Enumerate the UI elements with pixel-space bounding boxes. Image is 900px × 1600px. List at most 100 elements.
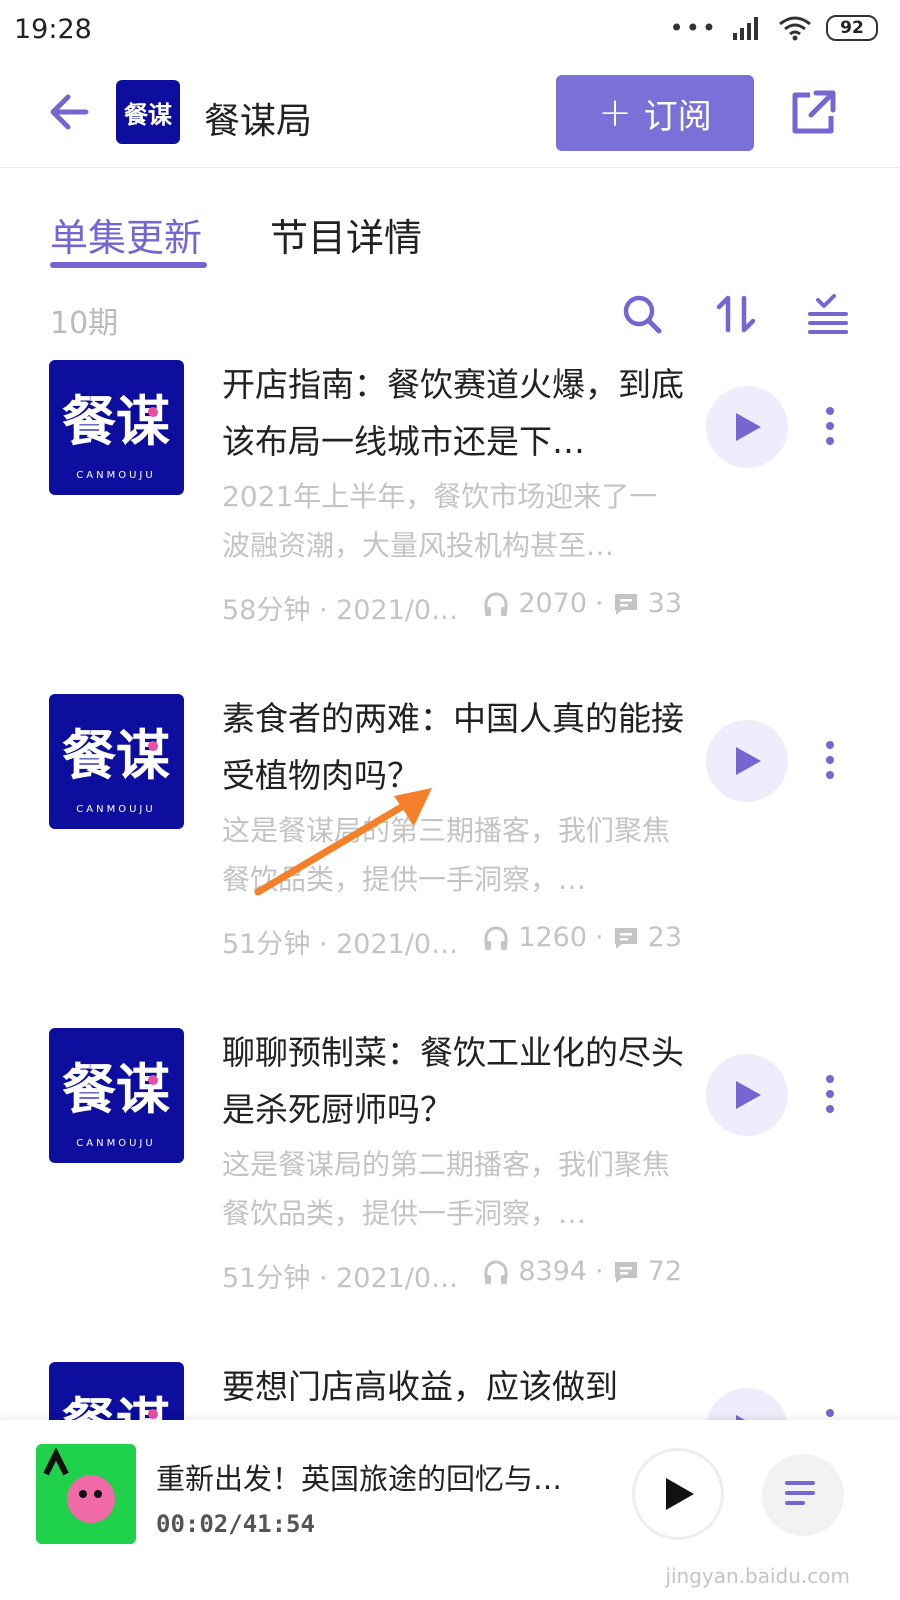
checklist-icon [808,294,848,334]
playlist-button[interactable] [762,1454,844,1536]
episode-duration-date: 51分钟 · 2021/0… [222,1263,459,1294]
comment-icon [614,593,637,615]
cover-art-title: 餐谋 [62,724,170,787]
sort-icon [716,295,756,333]
episode-title[interactable]: 素食者的两难：中国人真的能接受植物肉吗？ [222,690,692,804]
episode-stats: 2070 · 33 [482,588,682,619]
play-episode-button[interactable] [706,386,788,468]
comment-icon [614,1261,637,1283]
more-options-button[interactable] [816,1408,844,1420]
more-options-button[interactable] [816,406,844,446]
episode-item[interactable]: 餐谋 CANMOUJU 素食者的两难：中国人真的能接受植物肉吗？ 这是餐谋局的第… [0,694,900,1028]
plus-icon: + [598,90,632,136]
episode-meta: 51分钟 · 2021/0… 8394 · 72 [222,1256,682,1296]
search-button[interactable] [620,292,664,336]
episode-meta: 58分钟 · 2021/0… 2070 · 33 [222,588,682,628]
cover-art: 餐谋 CANMOUJU [62,724,170,815]
play-icon [736,413,761,441]
channel-logo-text: 餐谋 [124,100,172,129]
episode-title[interactable]: 开店指南：餐饮赛道火爆，到底该布局一线城市还是下… [222,356,692,470]
episode-item[interactable]: 餐谋 CANMOUJU 聊聊预制菜：餐饮工业化的尽头是杀死厨师吗？ 这是餐谋局的… [0,1028,900,1362]
episode-cover: 餐谋 CANMOUJU [49,360,184,495]
sort-button[interactable] [714,292,758,336]
channel-logo: 餐谋 [116,80,180,144]
episode-cover: 餐谋 CANMOUJU [49,694,184,829]
more-vertical-icon [826,1409,834,1417]
play-episode-button[interactable] [706,1388,788,1420]
more-vertical-icon [826,407,834,445]
arrow-left-icon [50,94,89,130]
playback-time: 00:02/41:54 [156,1510,315,1538]
play-count: 8394 [518,1256,588,1287]
more-notifications-icon: ••• [669,14,718,42]
headphones-icon [484,1260,508,1284]
episode-title[interactable]: 要想门店高收益，应该做到 [222,1362,692,1415]
channel-title: 餐谋局 [204,101,313,142]
play-icon [736,747,761,775]
cover-art-sub: CANMOUJU [76,470,155,481]
playlist-icon [785,1481,815,1505]
meta-separator: · [595,1256,604,1287]
more-options-button[interactable] [816,740,844,780]
player-play-button[interactable] [632,1448,724,1540]
cover-art: 餐谋 CANMOUJU [62,1058,170,1149]
share-external-icon [792,90,836,134]
comment-count: 33 [647,588,682,619]
episode-description: 2021年上半年，餐饮市场迎来了一波融资潮，大量风投机构甚至… [222,480,658,562]
signal-icon [733,17,758,40]
cover-art-sub: CANMOUJU [76,1138,155,1149]
more-vertical-icon [826,1075,834,1113]
episode-count: 10期 [50,306,119,341]
now-playing-cover [36,1444,136,1544]
play-icon [736,1081,761,1109]
play-count: 1260 [518,922,588,953]
cover-art-sub: CANMOUJU [76,804,155,815]
play-icon [666,1478,694,1510]
episode-item[interactable]: 餐谋 CANMOUJU 开店指南：餐饮赛道火爆，到底该布局一线城市还是下… 20… [0,360,900,694]
comment-count: 72 [647,1256,682,1287]
status-time: 19:28 [14,14,92,45]
meta-separator: · [595,588,604,619]
episode-duration-date: 51分钟 · 2021/0… [222,929,459,960]
episode-stats: 1260 · 23 [482,922,682,953]
episode-stats: 8394 · 72 [482,1256,682,1287]
episode-cover: 餐谋 CANMOUJU [49,1028,184,1163]
comment-count: 23 [647,922,682,953]
cover-art-title: 餐谋 [62,390,170,453]
batch-select-button[interactable] [806,292,850,336]
app-header: 餐谋 餐谋局 + 订阅 [0,62,900,168]
headphones-icon [484,926,508,950]
share-button[interactable] [788,88,838,138]
episode-duration-date: 58分钟 · 2021/0… [222,595,459,626]
subscribe-label: 订阅 [643,96,712,137]
tab-active-indicator [50,262,207,268]
play-episode-button[interactable] [706,720,788,802]
tab-episodes[interactable]: 单集更新 [50,207,202,262]
wifi-icon [779,16,811,41]
episode-item[interactable]: 餐谋 要想门店高收益，应该做到 [0,1362,900,1420]
play-count: 2070 [518,588,588,619]
watermark: jingyan.baidu.com [665,1564,850,1588]
status-icons: ••• 92 [670,14,878,42]
status-bar: 19:28 ••• 92 [0,0,900,62]
now-playing-title[interactable]: 重新出发！英国旅途的回忆与… [156,1456,596,1498]
cover-art: 餐谋 CANMOUJU [62,390,170,481]
episode-cover: 餐谋 [49,1362,184,1420]
battery-indicator: 92 [826,15,878,41]
meta-separator: · [595,922,604,953]
headphones-icon [484,592,508,616]
comment-icon [614,927,637,949]
tab-program-details[interactable]: 节目详情 [270,207,422,262]
play-icon [736,1415,745,1420]
play-episode-button[interactable] [706,1054,788,1136]
episode-meta: 51分钟 · 2021/0… 1260 · 23 [222,922,682,962]
more-vertical-icon [826,741,834,779]
more-options-button[interactable] [816,1074,844,1114]
episode-title[interactable]: 聊聊预制菜：餐饮工业化的尽头是杀死厨师吗？ [222,1024,692,1138]
subscribe-button[interactable]: + 订阅 [556,75,754,151]
cover-art: 餐谋 [62,1392,170,1420]
episode-description: 这是餐谋局的第三期播客，我们聚焦餐饮品类，提供一手洞察，… [222,814,671,896]
mini-player[interactable]: 重新出发！英国旅途的回忆与… 00:02/41:54 jingyan.baidu… [0,1420,900,1600]
cover-art-title: 餐谋 [62,1058,170,1121]
back-button[interactable] [44,86,96,138]
